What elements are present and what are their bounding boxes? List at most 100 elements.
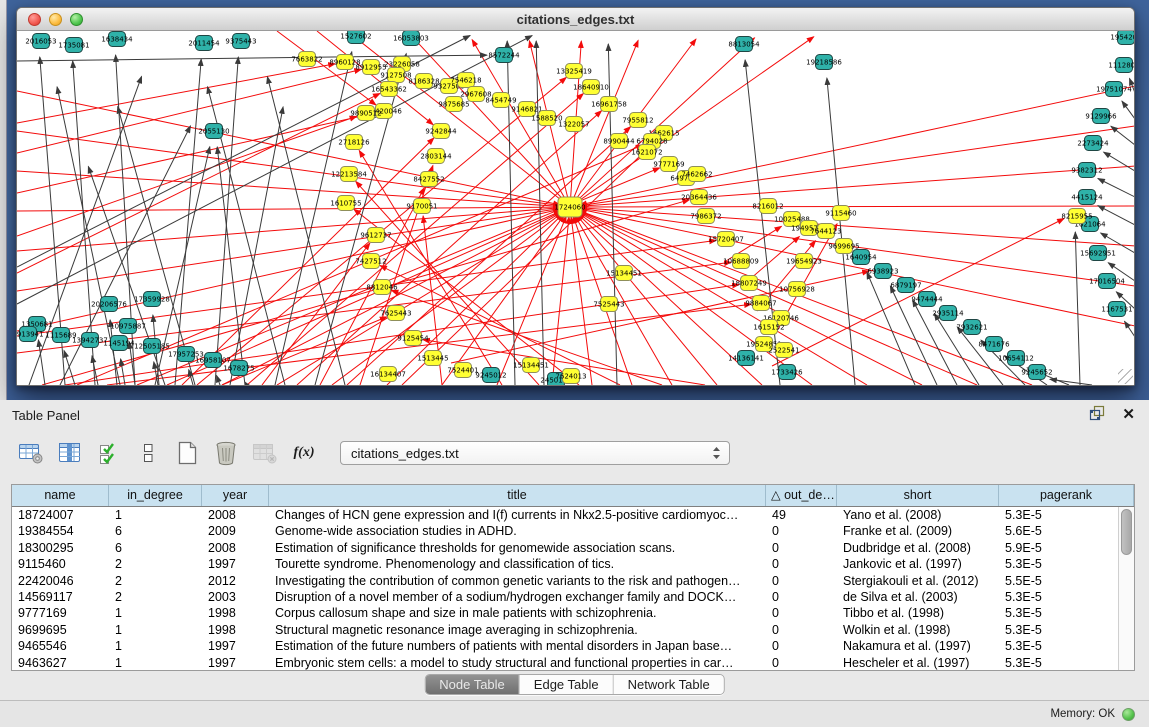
network-node-label: 17016504	[1089, 278, 1125, 286]
close-panel-icon[interactable]: ✕	[1122, 408, 1135, 422]
table-row[interactable]: 969969511998Structural magnetic resonanc…	[12, 622, 1118, 638]
table-cell: Tibbo et al. (1998)	[837, 605, 999, 621]
network-node-label: 17359928	[134, 296, 170, 304]
network-node-label: 9375443	[225, 38, 256, 46]
table-row[interactable]: 946362711997Embryonic stem cells: a mode…	[12, 655, 1118, 670]
network-node-label: 2718126	[338, 139, 370, 147]
float-panel-icon[interactable]	[1089, 405, 1106, 426]
network-svg[interactable]: 2016053173508116384342011454937544315276…	[17, 31, 1134, 385]
column-header-year[interactable]: year	[202, 485, 269, 506]
network-node-label: 8215955	[1061, 213, 1092, 221]
table-cell: 0	[766, 589, 837, 605]
column-header-name[interactable]: name	[12, 485, 109, 506]
table-cell: 1	[109, 638, 202, 654]
left-edge-panel	[0, 0, 7, 400]
network-node-label: 9890512	[350, 110, 381, 118]
network-node-label: 6938923	[867, 268, 898, 276]
table-cell: 5.6E-5	[999, 523, 1118, 539]
table-cell: 9115460	[12, 556, 109, 572]
show-columns-icon[interactable]	[57, 440, 83, 466]
window-resize-grip[interactable]	[1118, 369, 1133, 384]
tab-network-table[interactable]: Network Table	[614, 675, 724, 694]
network-node-label: 9884067	[745, 300, 776, 308]
network-node-label: 8813054	[728, 41, 760, 49]
network-node-label: 7955812	[622, 117, 653, 125]
network-node-label: 19654923	[786, 258, 822, 266]
network-node-label: 9474444	[911, 296, 943, 304]
network-node-label: 7663822	[291, 56, 322, 64]
network-node-label: 13325419	[556, 68, 592, 76]
table-cell: 0	[766, 605, 837, 621]
tab-edge-table[interactable]: Edge Table	[520, 675, 614, 694]
network-canvas[interactable]: 2016053173508116384342011454937544315276…	[17, 31, 1134, 385]
memory-status-dot[interactable]	[1122, 708, 1135, 721]
network-node-label: 1733426	[771, 369, 803, 377]
table-cell: 5.9E-5	[999, 540, 1118, 556]
table-row[interactable]: 1872400712008Changes of HCN gene express…	[12, 507, 1118, 523]
network-node-label: 18640910	[573, 84, 609, 92]
network-node-label: 7644123	[810, 228, 841, 236]
table-cell: 1	[109, 507, 202, 523]
table-cell: 5.5E-5	[999, 573, 1118, 589]
column-header-pagerank[interactable]: pagerank	[999, 485, 1134, 506]
network-node-label: 1621072	[631, 149, 662, 157]
select-all-icon[interactable]	[96, 440, 122, 466]
close-window-icon[interactable]	[28, 13, 41, 26]
table-scrollbar[interactable]	[1118, 507, 1134, 670]
zoom-window-icon[interactable]	[70, 13, 83, 26]
table-cell: Estimation of significance thresholds fo…	[269, 540, 766, 556]
network-node-label: 1112804	[1108, 62, 1134, 70]
table-row[interactable]: 911546021997Tourette syndrome. Phenomeno…	[12, 556, 1118, 572]
network-node-label: 7546218	[450, 77, 481, 85]
table-cell: 1	[109, 622, 202, 638]
table-cell: 1	[109, 605, 202, 621]
network-node-label: 12505185	[134, 343, 170, 351]
function-builder-icon[interactable]: f(x)	[291, 440, 317, 466]
table-cell: 18724007	[12, 507, 109, 523]
network-node-label: 9115460	[825, 210, 856, 218]
network-node-label: 7462662	[681, 171, 712, 179]
table-cell: 1998	[202, 622, 269, 638]
network-node-label: 10975887	[110, 323, 146, 331]
table-cell: Wolkin et al. (1998)	[837, 622, 999, 638]
table-settings-icon[interactable]	[18, 440, 44, 466]
network-node-label: 10756928	[779, 286, 815, 294]
column-header-in_degree[interactable]: in_degree	[109, 485, 202, 506]
table-row[interactable]: 1456911722003Disruption of a novel membe…	[12, 589, 1118, 605]
table-row[interactable]: 1830029562008Estimation of significance …	[12, 540, 1118, 556]
unselect-all-icon[interactable]	[135, 440, 161, 466]
network-node-label: 4415124	[1071, 194, 1103, 202]
network-node-label: 9382312	[1071, 167, 1102, 175]
table-row[interactable]: 1938455462009Genome-wide association stu…	[12, 523, 1118, 539]
column-header-out_de[interactable]: △ out_de…	[766, 485, 837, 506]
table-cell: Nakamura et al. (1997)	[837, 638, 999, 654]
network-window-titlebar[interactable]: citations_edges.txt	[17, 8, 1134, 31]
tab-node-table[interactable]: Node Table	[425, 675, 520, 694]
network-window[interactable]: citations_edges.txt 20160531735081163843…	[16, 7, 1135, 386]
network-node-label: 19751074	[1096, 86, 1132, 94]
table-cell: 0	[766, 638, 837, 654]
network-node-label: 19218586	[806, 59, 842, 67]
network-node-label: 12213584	[331, 171, 367, 179]
network-node-label: 10654112	[998, 355, 1034, 363]
table-row[interactable]: 946554611997Estimation of the future num…	[12, 638, 1118, 654]
table-cell: 0	[766, 523, 837, 539]
new-column-icon[interactable]	[174, 440, 200, 466]
network-node-label: 9612737	[360, 232, 391, 240]
network-node-label: 15134451	[513, 362, 549, 370]
table-selector-dropdown[interactable]: citations_edges.txt	[340, 441, 730, 465]
table-cell: 1997	[202, 556, 269, 572]
table-row[interactable]: 977716911998Corpus callosum shape and si…	[12, 605, 1118, 621]
table-cell: 5.3E-5	[999, 589, 1118, 605]
table-scrollbar-thumb[interactable]	[1121, 509, 1132, 555]
table-row[interactable]: 2242004622012Investigating the contribut…	[12, 573, 1118, 589]
table-cell: Investigating the contribution of common…	[269, 573, 766, 589]
network-node-label: 8454749	[485, 97, 516, 105]
network-node-label: 16053803	[393, 35, 429, 43]
column-header-title[interactable]: title	[269, 485, 766, 506]
table-header-row: namein_degreeyeartitle△ out_de…shortpage…	[12, 485, 1134, 507]
delete-column-icon[interactable]	[213, 440, 239, 466]
column-header-short[interactable]: short	[837, 485, 999, 506]
minimize-window-icon[interactable]	[49, 13, 62, 26]
table-cell: 0	[766, 540, 837, 556]
